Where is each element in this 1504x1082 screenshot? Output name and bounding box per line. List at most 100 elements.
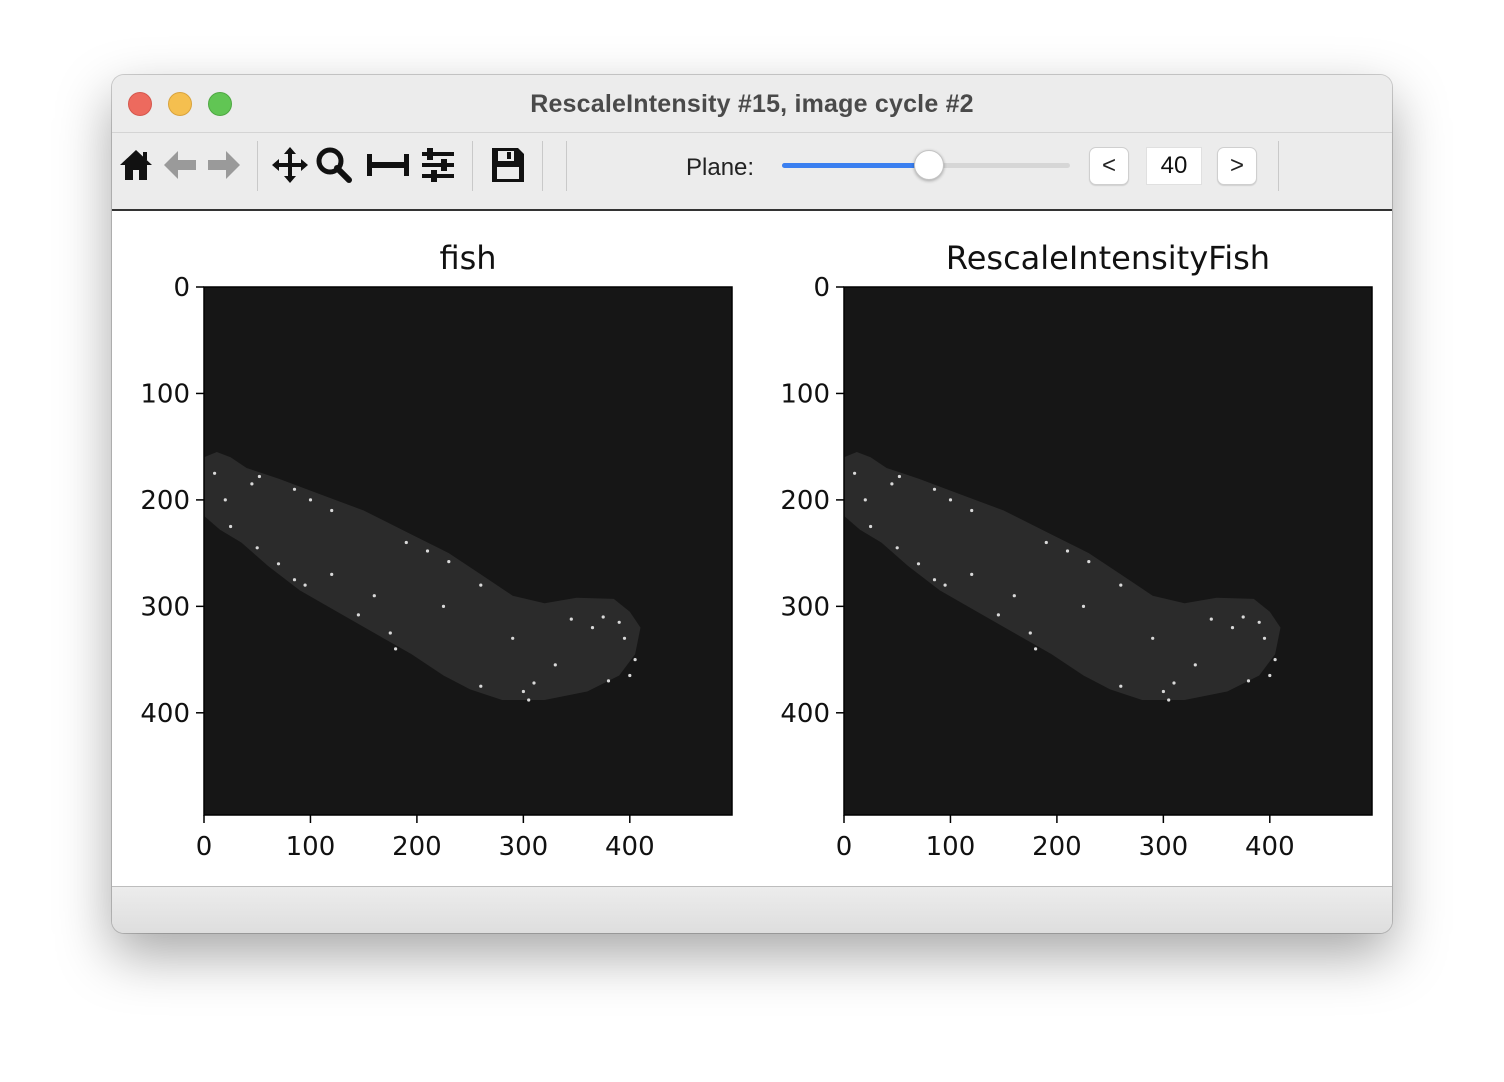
fluorescent-spot — [601, 615, 605, 619]
fluorescent-spot — [970, 508, 974, 513]
fluorescent-spot — [223, 498, 227, 502]
fluorescent-spot — [1262, 636, 1267, 640]
fluorescent-spot — [1119, 684, 1123, 688]
fluorescent-spot — [606, 679, 611, 683]
y-tick-label: 400 — [780, 699, 830, 729]
fluorescent-spot — [628, 673, 632, 678]
fluorescent-spot — [1034, 647, 1038, 651]
fluorescent-spot — [897, 474, 902, 479]
zoom-icon[interactable] — [314, 145, 354, 185]
x-tick-label: 300 — [499, 832, 549, 862]
fluorescent-spot — [869, 524, 873, 529]
fluorescent-spot — [276, 562, 281, 566]
fluorescent-spot — [553, 663, 557, 667]
fluorescent-spot — [394, 647, 398, 651]
fluorescent-spot — [590, 626, 595, 630]
y-tick-label: 100 — [140, 379, 190, 409]
fluorescent-spot — [1241, 615, 1245, 619]
subplots-icon[interactable] — [364, 145, 412, 185]
fluorescent-spot — [527, 698, 531, 702]
fluorescent-spot — [1167, 698, 1171, 702]
x-tick-label: 400 — [1245, 832, 1295, 862]
x-tick-label: 0 — [836, 832, 853, 862]
back-arrow-icon[interactable] — [160, 145, 200, 185]
toolbar-separator — [542, 141, 543, 191]
plane-slider-fill — [782, 163, 929, 168]
fluorescent-spot — [569, 617, 573, 621]
fluorescent-spot — [1065, 549, 1070, 553]
y-tick-label: 200 — [780, 486, 830, 516]
plot-title: fish — [439, 239, 496, 277]
image-panel: RescaleIntensityFish 0 100 200 300 400 0 100 200… — [780, 239, 1373, 862]
title-bar: RescaleIntensity #15, image cycle #2 — [112, 75, 1392, 133]
fluorescent-spot — [511, 636, 515, 640]
fluorescent-spot — [532, 681, 536, 685]
plot-title: RescaleIntensityFish — [946, 239, 1270, 277]
figure-canvas[interactable]: fish 0 100 200 300 400 0 100 200 300 400 RescaleInt… — [112, 211, 1392, 887]
fluorescent-spot — [388, 631, 392, 635]
fluorescent-spot — [1028, 631, 1032, 635]
fluorescent-spot — [1161, 689, 1165, 694]
figure-svg: fish 0 100 200 300 400 0 100 200 300 400 RescaleInt… — [140, 239, 1373, 862]
plane-number-field[interactable] — [1146, 147, 1202, 185]
x-tick-label: 200 — [392, 832, 442, 862]
fluorescent-spot — [916, 562, 921, 566]
toolbar: Plane: < > — [112, 133, 1392, 211]
y-tick-label: 300 — [140, 592, 190, 622]
fluorescent-spot — [1209, 617, 1213, 621]
fluorescent-spot — [308, 498, 313, 502]
fluorescent-spot — [1257, 620, 1261, 624]
fluorescent-spot — [255, 546, 259, 550]
fluorescent-spot — [1012, 594, 1016, 598]
toolbar-separator — [1278, 141, 1279, 191]
fluorescent-spot — [257, 474, 261, 479]
fluorescent-spot — [1044, 540, 1048, 545]
save-icon[interactable] — [488, 145, 528, 185]
fluorescent-spot — [372, 594, 376, 598]
x-tick-label: 400 — [605, 832, 655, 862]
home-icon[interactable] — [116, 145, 156, 185]
fluorescent-spot — [948, 498, 953, 502]
previous-plane-button[interactable]: < — [1089, 147, 1129, 185]
fluorescent-spot — [479, 684, 483, 688]
x-tick-label: 200 — [1032, 832, 1082, 862]
x-tick-label: 100 — [286, 832, 336, 862]
y-tick-label: 400 — [140, 699, 190, 729]
fluorescent-spot — [633, 658, 637, 662]
fluorescent-spot — [1087, 560, 1091, 564]
fluorescent-spot — [425, 549, 430, 553]
fluorescent-spot — [330, 508, 334, 513]
fluorescent-spot — [1151, 636, 1155, 640]
fluorescent-spot — [229, 524, 233, 529]
pan-icon[interactable] — [270, 145, 310, 185]
fluorescent-spot — [292, 487, 297, 491]
fluorescent-spot — [404, 540, 408, 545]
plane-label: Plane: — [686, 154, 755, 181]
fluorescent-spot — [1081, 604, 1086, 608]
configure-icon[interactable] — [418, 145, 458, 185]
app-window: RescaleIntensity #15, image cycle #2 Pla… — [112, 75, 1392, 933]
x-tick-label: 300 — [1139, 832, 1189, 862]
forward-arrow-icon[interactable] — [204, 145, 244, 185]
toolbar-separator — [472, 141, 473, 191]
next-plane-button[interactable]: > — [1217, 147, 1257, 185]
fluorescent-spot — [853, 471, 857, 475]
fluorescent-spot — [622, 636, 627, 640]
fluorescent-spot — [1273, 658, 1277, 662]
fluorescent-spot — [1172, 681, 1176, 685]
fluorescent-spot — [970, 572, 974, 576]
fluorescent-spot — [479, 583, 483, 587]
x-tick-label: 0 — [196, 832, 213, 862]
y-tick-label: 200 — [140, 486, 190, 516]
fluorescent-spot — [1246, 679, 1251, 683]
toolbar-separator — [257, 141, 258, 191]
window-title: RescaleIntensity #15, image cycle #2 — [530, 90, 974, 118]
fluorescent-spot — [996, 613, 1001, 617]
fluorescent-spot — [356, 613, 360, 617]
y-tick-label: 100 — [780, 379, 830, 409]
fluorescent-spot — [895, 546, 899, 550]
plane-slider-handle[interactable] — [913, 150, 944, 180]
status-bar — [112, 887, 1392, 933]
fluorescent-spot — [1230, 626, 1235, 630]
toolbar-separator — [566, 141, 567, 191]
